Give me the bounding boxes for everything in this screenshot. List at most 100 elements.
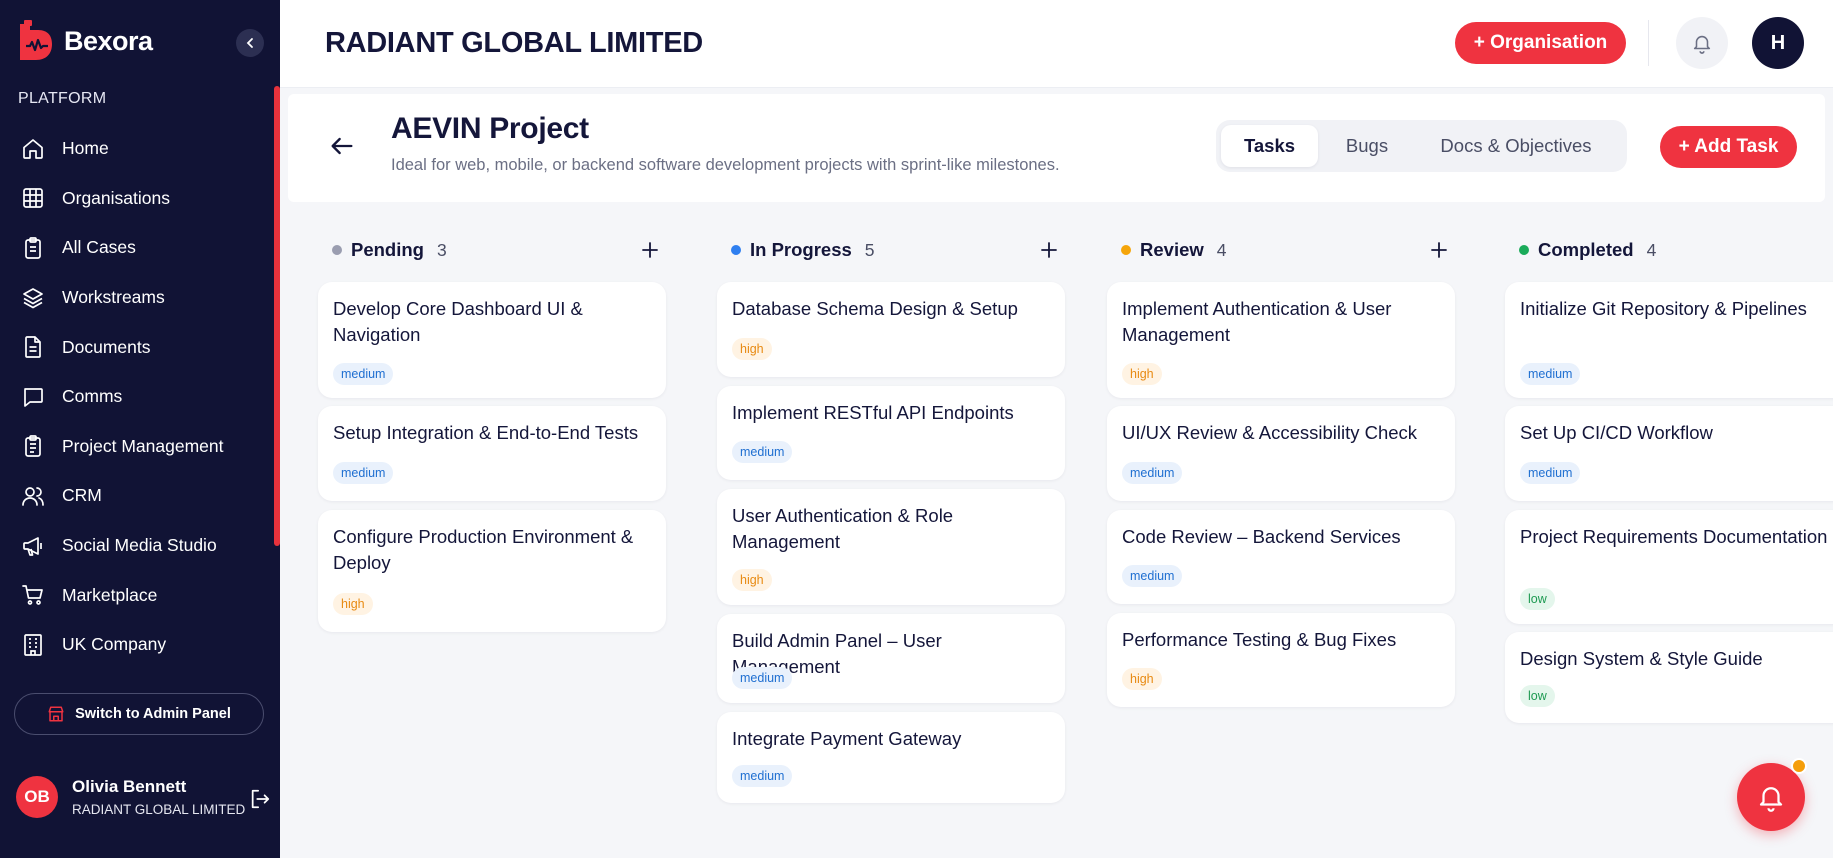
task-card[interactable]: Set Up CI/CD Workflow medium [1505,406,1833,501]
sidebar-item-crm[interactable]: CRM [0,471,275,521]
task-title: Design System & Style Guide [1520,648,1763,669]
task-card[interactable]: Project Requirements Documentation low [1505,510,1833,624]
store-icon [48,706,64,722]
priority-badge: medium [732,667,793,689]
task-card[interactable]: Initialize Git Repository & Pipelines me… [1505,282,1833,398]
task-title: Initialize Git Repository & Pipelines [1520,298,1807,319]
task-title: Integrate Payment Gateway [732,728,962,749]
cart-icon [20,582,46,608]
account-avatar[interactable]: H [1752,17,1804,69]
priority-badge: high [732,569,772,591]
priority-badge: medium [1122,565,1183,587]
column-name: Pending [351,239,424,260]
project-title: AEVIN Project [391,112,589,145]
plus-icon[interactable] [638,238,662,262]
brand[interactable]: Bexora [18,20,153,62]
building-icon [20,632,46,658]
column-name: In Progress [750,239,852,260]
task-card[interactable]: Implement RESTful API Endpoints medium [717,386,1065,480]
task-title: Setup Integration & End-to-End Tests [333,422,639,443]
column-header: Pending 3 [318,236,668,264]
task-card[interactable]: Design System & Style Guide low [1505,632,1833,723]
column-name: Review [1140,239,1204,260]
priority-badge: high [1122,363,1162,385]
user-profile[interactable]: OB Olivia Bennett RADIANT GLOBAL LIMITED [16,776,245,818]
task-card[interactable]: UI/UX Review & Accessibility Check mediu… [1107,406,1455,501]
column-count: 4 [1646,239,1657,260]
task-card[interactable]: Implement Authentication & User Manageme… [1107,282,1455,398]
status-dot [332,245,342,255]
column-completed: Completed 4 Initialize Git Repository & … [1505,236,1833,723]
sidebar-item-label: UK Company [62,634,167,655]
bell-icon [1759,787,1783,812]
tab-bugs[interactable]: Bugs [1324,125,1410,167]
task-card[interactable]: User Authentication & Role Management hi… [717,489,1065,605]
task-card[interactable]: Performance Testing & Bug Fixes high [1107,613,1455,707]
task-title: Implement RESTful API Endpoints [732,402,1014,423]
task-card[interactable]: Configure Production Environment & Deplo… [318,510,666,632]
priority-badge: high [732,338,772,360]
sidebar-item-documents[interactable]: Documents [0,322,275,372]
task-title: Project Requirements Documentation [1520,526,1828,547]
megaphone-icon [20,533,46,559]
project-tabs: Tasks Bugs Docs & Objectives [1216,120,1627,172]
logout-icon[interactable] [249,788,271,810]
task-card[interactable]: Build Admin Panel – User Management medi… [717,614,1065,703]
sidebar: Bexora PLATFORM Home Organisations All C… [0,0,280,858]
priority-badge: medium [1520,363,1581,385]
sidebar-item-marketplace[interactable]: Marketplace [0,570,275,620]
sidebar-item-all-cases[interactable]: All Cases [0,223,275,273]
sidebar-item-label: Marketplace [62,584,158,605]
tab-docs-objectives[interactable]: Docs & Objectives [1416,125,1616,167]
sidebar-item-social-media-studio[interactable]: Social Media Studio [0,521,275,571]
document-icon [20,334,46,360]
task-title: User Authentication & Role Management [732,505,954,552]
chevron-left-icon [246,38,253,48]
tab-tasks[interactable]: Tasks [1221,125,1318,167]
sidebar-item-label: Organisations [62,187,170,208]
priority-badge: medium [1122,462,1183,484]
sidebar-item-organisations[interactable]: Organisations [0,174,275,224]
column-count: 5 [864,239,875,260]
clipboard-icon [20,235,46,261]
notifications-button[interactable] [1676,17,1728,69]
sidebar-item-workstreams[interactable]: Workstreams [0,273,275,323]
status-dot [1121,245,1131,255]
task-card[interactable]: Database Schema Design & Setup high [717,282,1065,377]
sidebar-item-label: Home [62,138,109,159]
sidebar-item-label: Social Media Studio [62,535,217,556]
plus-icon[interactable] [1427,238,1451,262]
priority-badge: medium [333,363,394,385]
sidebar-nav: Home Organisations All Cases Workstreams… [0,124,275,670]
task-card[interactable]: Integrate Payment Gateway medium [717,712,1065,803]
plus-icon[interactable] [1037,238,1061,262]
priority-badge: medium [732,441,793,463]
sidebar-item-label: All Cases [62,237,136,258]
column-review: Review 4 Implement Authentication & User… [1107,236,1457,707]
sidebar-item-uk-company[interactable]: UK Company [0,620,275,670]
sidebar-item-home[interactable]: Home [0,124,275,174]
switch-admin-panel-button[interactable]: Switch to Admin Panel [14,693,264,735]
collapse-sidebar-button[interactable] [236,29,264,57]
back-arrow-icon[interactable] [328,132,356,160]
status-dot [731,245,741,255]
column-header: Completed 4 [1505,236,1833,264]
task-card[interactable]: Code Review – Backend Services medium [1107,510,1455,604]
column-pending: Pending 3 Develop Core Dashboard UI & Na… [318,236,668,632]
user-avatar: OB [16,776,58,818]
sidebar-item-project-management[interactable]: Project Management [0,422,275,472]
task-title: Database Schema Design & Setup [732,298,1018,319]
task-title: Configure Production Environment & Deplo… [333,526,634,573]
switch-admin-panel-label: Switch to Admin Panel [75,706,231,722]
notification-indicator-dot [1791,758,1807,774]
task-card[interactable]: Setup Integration & End-to-End Tests med… [318,406,666,501]
sidebar-scrollbar[interactable] [274,86,280,546]
sidebar-item-comms[interactable]: Comms [0,372,275,422]
add-organisation-button[interactable]: + Organisation [1455,22,1626,64]
task-card[interactable]: Develop Core Dashboard UI & Navigation m… [318,282,666,398]
column-name: Completed [1538,239,1634,260]
add-task-button[interactable]: + Add Task [1660,126,1797,168]
priority-badge: medium [1520,462,1581,484]
clipboard-list-icon [20,433,46,459]
sidebar-item-label: Workstreams [62,287,165,308]
